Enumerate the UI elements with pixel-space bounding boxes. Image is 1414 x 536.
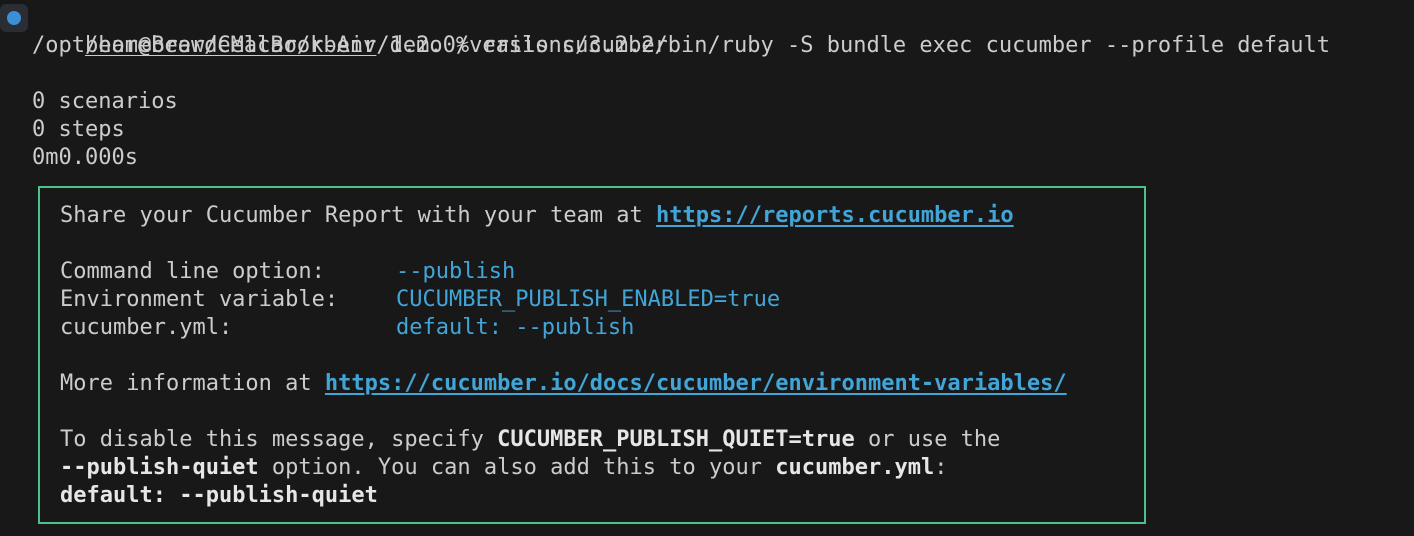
option-label: cucumber.yml: bbox=[60, 315, 233, 340]
scenarios-count: 0 scenarios bbox=[32, 89, 178, 114]
disable-line-3: default: --publish-quiet bbox=[60, 482, 1144, 510]
option-value: default: --publish bbox=[396, 315, 635, 340]
more-info-text: More information at bbox=[60, 371, 325, 396]
option-label: Command line option: bbox=[60, 259, 325, 284]
prompt-symbol: % bbox=[455, 33, 470, 58]
publish-banner: Share your Cucumber Report with your tea… bbox=[38, 186, 1146, 524]
disable-text: option. You can also add this to your bbox=[258, 455, 776, 480]
option-value: CUCUMBER_PUBLISH_ENABLED bbox=[396, 287, 714, 312]
banner-blank bbox=[60, 230, 1144, 258]
share-line: Share your Cucumber Report with your tea… bbox=[60, 202, 1144, 230]
terminal-panel[interactable]: bear@BeardeMacBook-Air demo % rails cucu… bbox=[0, 0, 1414, 536]
prompt-cwd: demo bbox=[389, 33, 443, 58]
share-text: Share your Cucumber Report with your tea… bbox=[60, 203, 657, 228]
yml-value: --publish-quiet bbox=[165, 483, 378, 508]
disable-line-2: --publish-quiet option. You can also add… bbox=[60, 454, 1144, 482]
prompt-line: bear@BeardeMacBook-Air demo % rails cucu… bbox=[0, 4, 1414, 58]
banner-blank bbox=[60, 398, 1144, 426]
steps-count: 0 steps bbox=[32, 117, 125, 142]
disable-text: : bbox=[934, 455, 948, 480]
disable-line-1: To disable this message, specify CUCUMBE… bbox=[60, 426, 1144, 454]
disable-text: or use the bbox=[854, 427, 1001, 452]
option-value: --publish bbox=[396, 259, 516, 284]
more-info-line: More information at https://cucumber.io/… bbox=[60, 370, 1144, 398]
option-row: Environment variable: CUCUMBER_PUBLISH_EN… bbox=[60, 286, 1144, 314]
option-row: Command line option: --publish bbox=[60, 258, 1144, 286]
yml-file-name: cucumber.yml bbox=[775, 455, 935, 480]
run-duration: 0m0.000s bbox=[32, 145, 138, 170]
command-decoration-icon[interactable] bbox=[0, 4, 28, 32]
disable-text: To disable this message, specify bbox=[60, 427, 498, 452]
env-vars-docs-link[interactable]: https://cucumber.io/docs/cucumber/enviro… bbox=[325, 371, 1067, 396]
prompt-command: rails cucumber bbox=[482, 33, 668, 58]
reports-link[interactable]: https://reports.cucumber.io bbox=[656, 203, 1014, 228]
option-label: Environment variable: bbox=[60, 287, 339, 312]
option-value-suffix: =true bbox=[713, 287, 781, 312]
option-row: cucumber.yml: default: --publish bbox=[60, 314, 1144, 342]
quiet-env-var: CUCUMBER_PUBLISH_QUIET=true bbox=[497, 427, 855, 452]
banner-blank bbox=[60, 342, 1144, 370]
prompt-user-host: bear@BeardeMacBook-Air bbox=[84, 33, 377, 58]
yml-key: default: bbox=[60, 483, 166, 508]
quiet-option: --publish-quiet bbox=[60, 455, 259, 480]
